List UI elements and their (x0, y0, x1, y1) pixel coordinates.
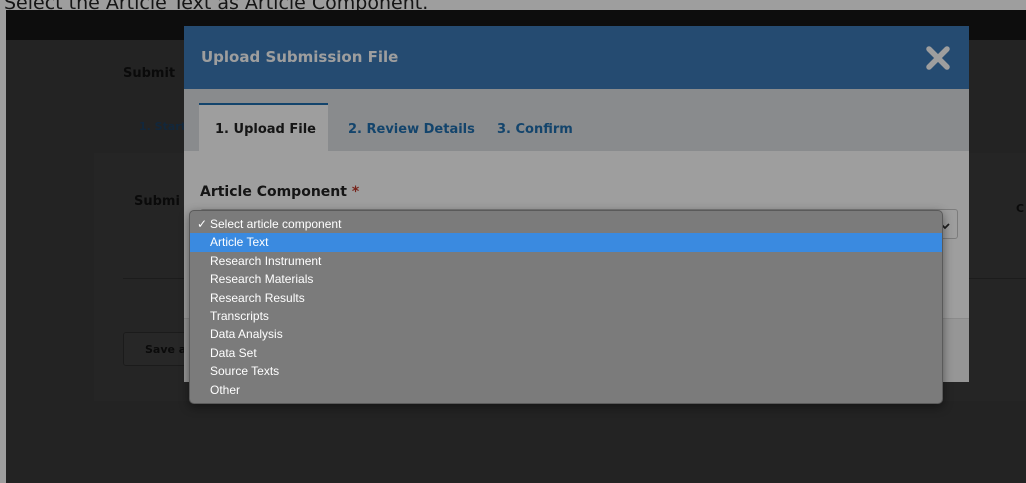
option-data-analysis[interactable]: Data Analysis (190, 325, 942, 343)
close-icon[interactable] (925, 45, 951, 71)
tab-upload-file[interactable]: 1. Upload File (199, 103, 328, 151)
background-step-start[interactable]: 1. Start (139, 120, 186, 133)
background-right-text: C (1016, 202, 1025, 215)
option-source-texts[interactable]: Source Texts (190, 362, 942, 380)
article-component-label-text: Article Component (200, 184, 347, 200)
article-component-dropdown[interactable]: ✓ Select article component Article Text R… (189, 210, 943, 404)
modal-title: Upload Submission File (201, 48, 399, 66)
option-research-instrument[interactable]: Research Instrument (190, 252, 942, 270)
checkmark-icon: ✓ (197, 217, 208, 231)
required-marker: * (351, 184, 360, 200)
tab-confirm[interactable]: 3. Confirm (497, 122, 573, 137)
tab-review-details[interactable]: 2. Review Details (348, 122, 475, 137)
article-component-label: Article Component * (200, 184, 359, 200)
option-other[interactable]: Other (190, 381, 942, 399)
option-article-text[interactable]: Article Text (190, 233, 942, 252)
screenshot-root: Select the Article Text as Article Compo… (0, 0, 1026, 483)
option-research-materials[interactable]: Research Materials (190, 270, 942, 288)
option-data-set[interactable]: Data Set (190, 344, 942, 362)
option-label: Select article component (210, 217, 342, 231)
option-select-article-component[interactable]: ✓ Select article component (190, 215, 942, 233)
background-page-title: Submit (123, 66, 176, 81)
background-submit-label: Submi (134, 194, 180, 209)
modal-tab-bar: 1. Upload File 2. Review Details 3. Conf… (184, 89, 969, 151)
option-research-results[interactable]: Research Results (190, 289, 942, 307)
option-transcripts[interactable]: Transcripts (190, 307, 942, 325)
modal-header: Upload Submission File (184, 26, 969, 89)
